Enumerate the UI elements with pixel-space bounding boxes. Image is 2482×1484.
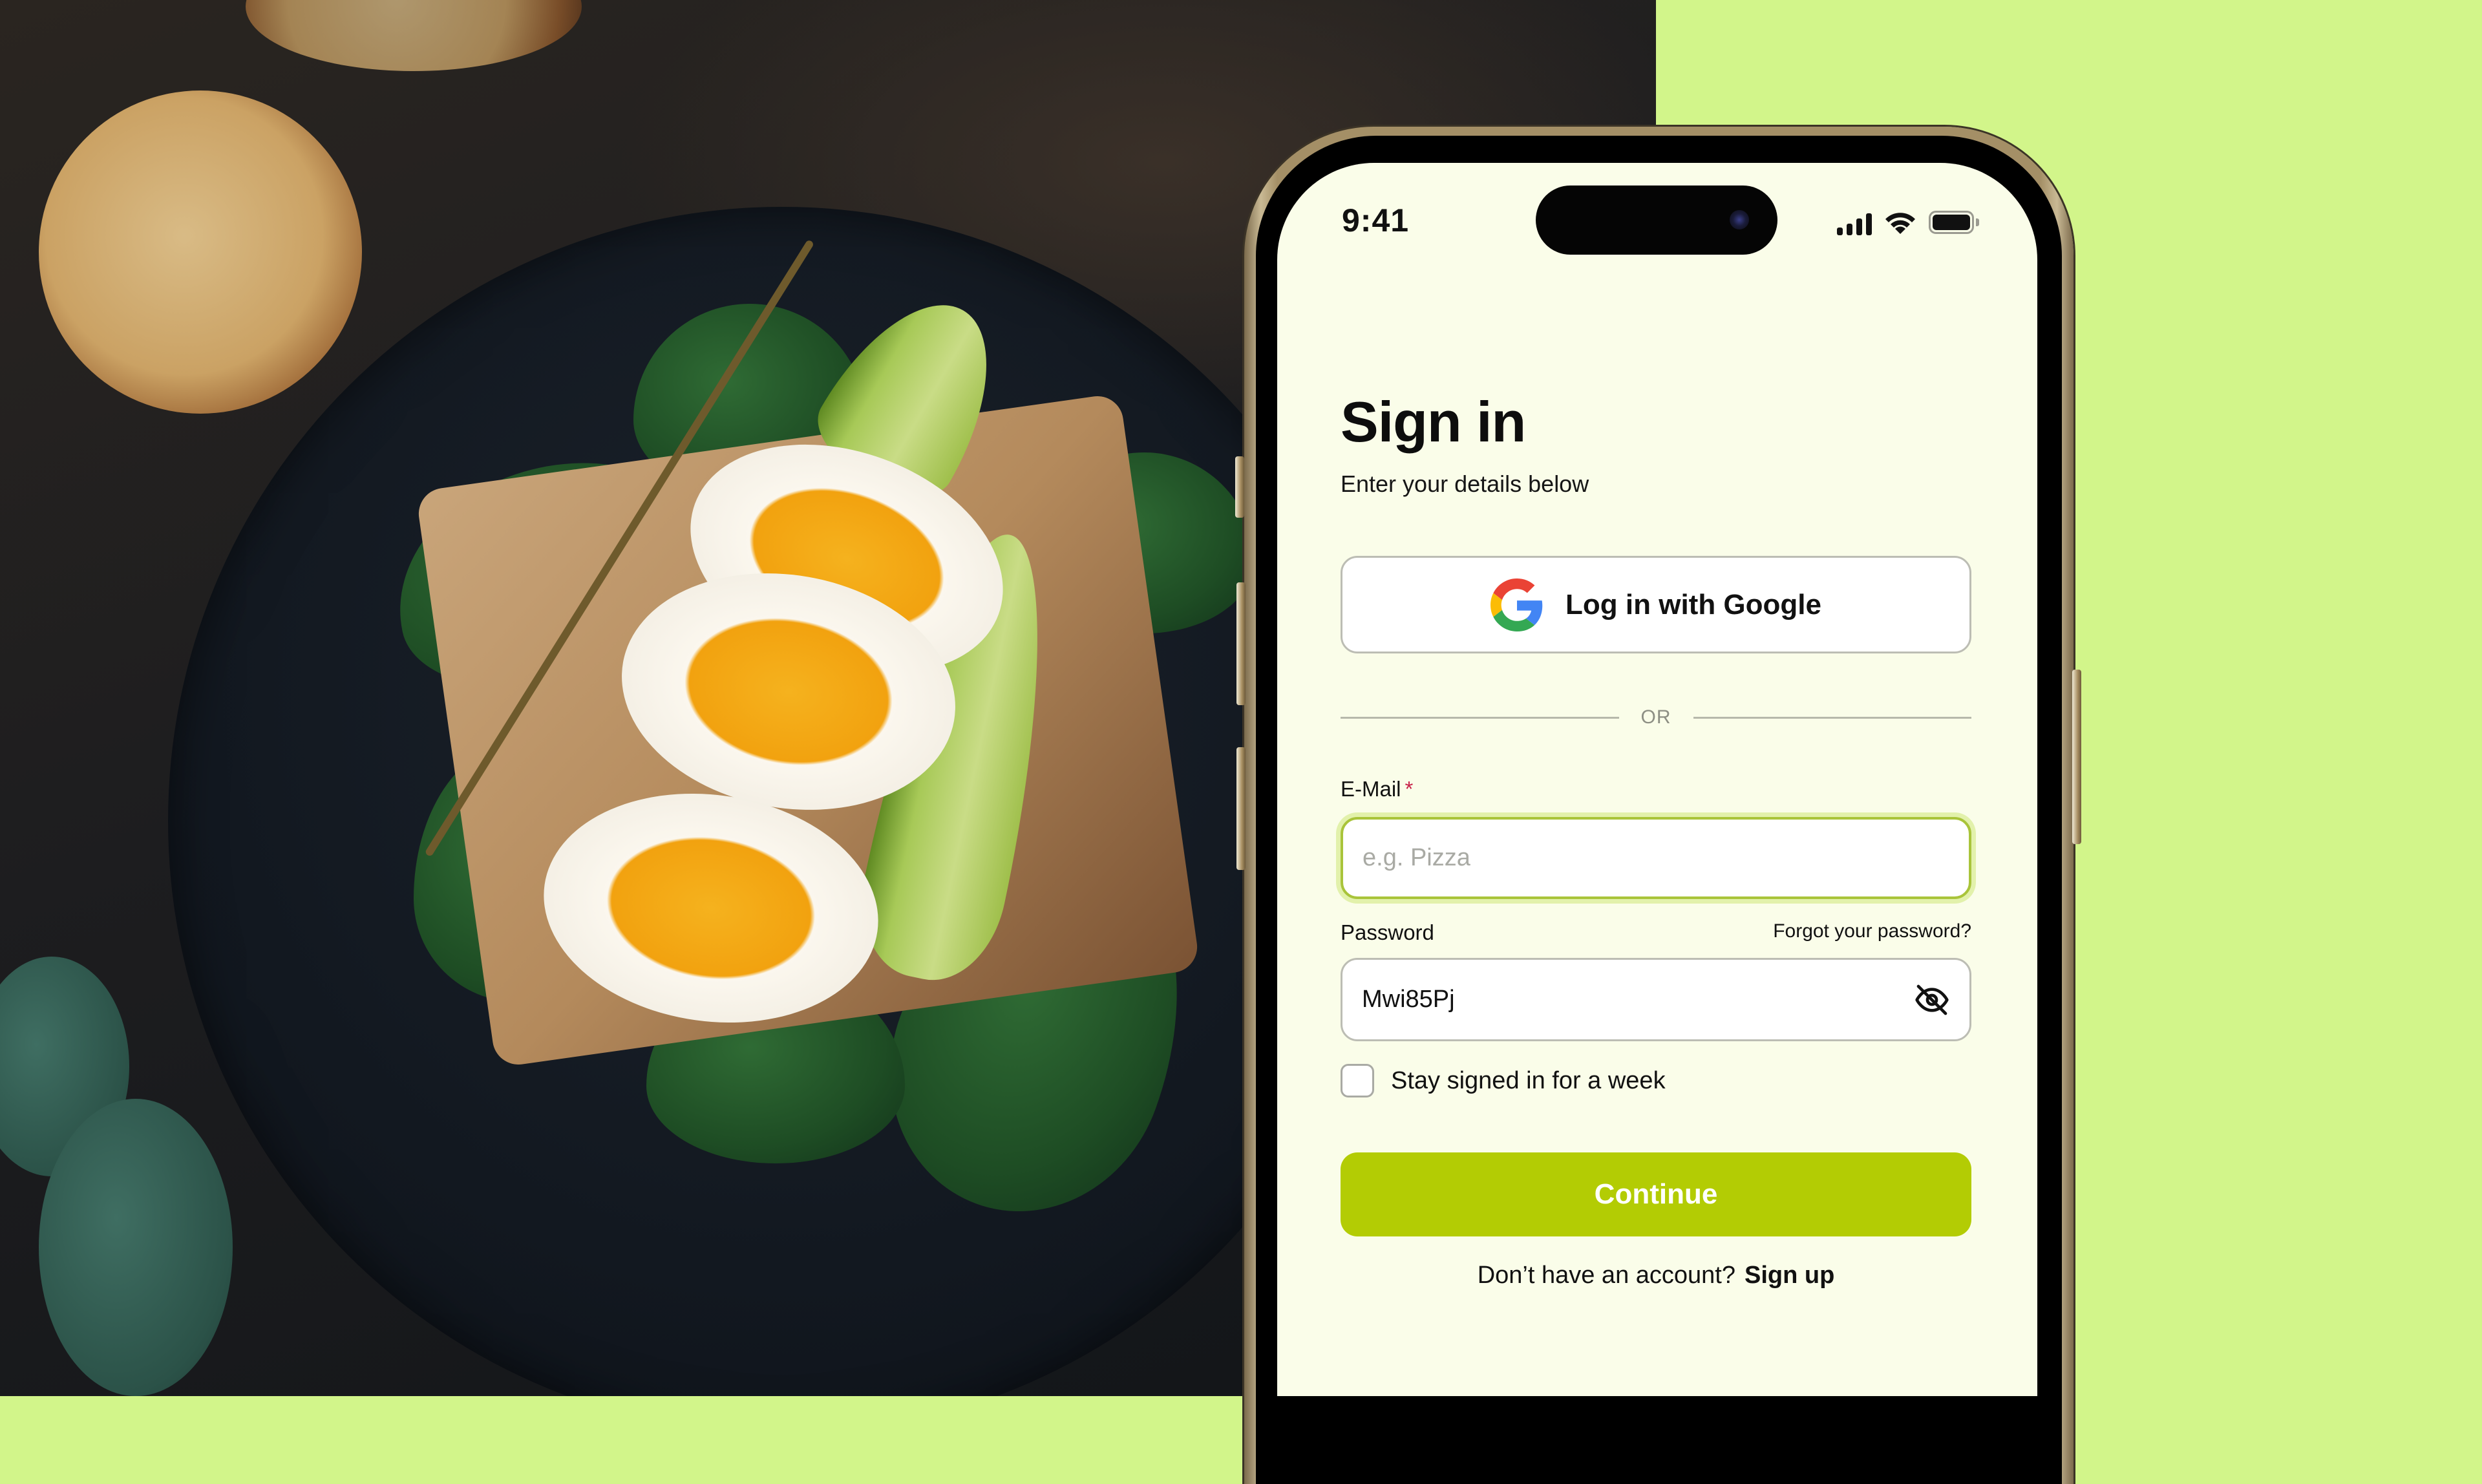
email-label-text: E-Mail (1341, 777, 1401, 801)
continue-button[interactable]: Continue (1341, 1152, 1971, 1236)
email-placeholder: e.g. Pizza (1363, 844, 1470, 871)
phone-side-button (1236, 747, 1246, 870)
status-icons (1837, 207, 1980, 235)
cookie-decoration (39, 90, 362, 414)
stay-signed-in-label: Stay signed in for a week (1391, 1066, 1666, 1094)
phone-side-button (2072, 670, 2081, 844)
divider-line (1693, 716, 1971, 719)
forgot-password-link[interactable]: Forgot your password? (1773, 920, 1971, 942)
stay-signed-in-checkbox[interactable] (1341, 1064, 1374, 1097)
dynamic-island (1536, 186, 1777, 255)
phone-side-button (1235, 456, 1244, 518)
status-time: 9:41 (1342, 202, 1410, 238)
or-divider: OR (1341, 705, 1971, 730)
google-login-label: Log in with Google (1565, 588, 1821, 620)
signup-link[interactable]: Sign up (1745, 1262, 1834, 1289)
camera-icon (1730, 210, 1749, 229)
eucalyptus-leaf (39, 1099, 233, 1396)
signup-prompt: Don’t have an account? Sign up (1341, 1262, 1971, 1289)
email-label: E-Mail * (1341, 777, 1413, 801)
divider-text: OR (1640, 706, 1671, 728)
google-icon (1490, 578, 1543, 631)
phone-side-button (1236, 582, 1246, 705)
eye-off-icon[interactable] (1914, 982, 1950, 1018)
cellular-signal-icon (1837, 212, 1872, 235)
password-value: Mwi85Pj (1362, 986, 1455, 1013)
battery-icon (1929, 211, 1980, 235)
phone-screen: 9:41 Sign in Enter your details below Lo… (1277, 163, 2037, 1396)
divider-line (1341, 716, 1619, 719)
required-asterisk: * (1405, 777, 1414, 801)
page-title: Sign in (1341, 390, 1526, 454)
password-field[interactable]: Mwi85Pj (1341, 958, 1971, 1041)
cookie-decoration (246, 0, 582, 71)
signup-prompt-text: Don’t have an account? (1477, 1262, 1735, 1289)
email-field[interactable]: e.g. Pizza (1341, 817, 1971, 899)
wifi-icon (1885, 213, 1915, 234)
page-subtitle: Enter your details below (1341, 471, 1589, 497)
password-label: Password (1341, 920, 1434, 944)
stay-signed-in-row[interactable]: Stay signed in for a week (1341, 1064, 1666, 1097)
google-login-button[interactable]: Log in with Google (1341, 556, 1971, 653)
